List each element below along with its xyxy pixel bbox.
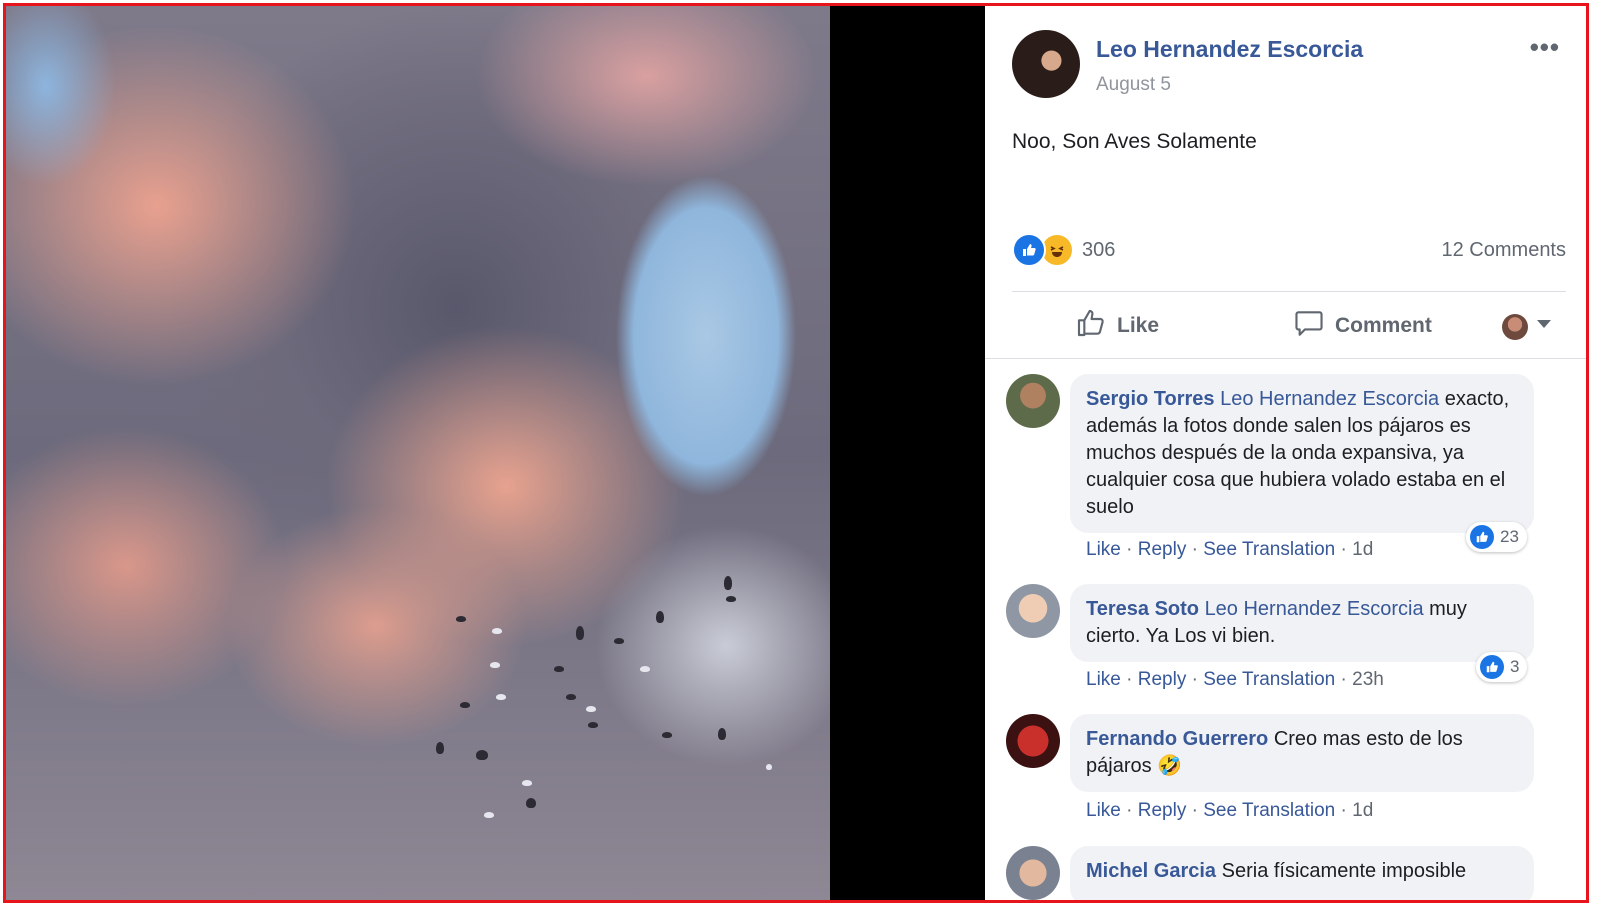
comment-label: Comment: [1335, 314, 1432, 337]
comment-bubble-icon: [1293, 307, 1325, 345]
comment-like-link[interactable]: Like: [1086, 539, 1121, 560]
bird: [614, 638, 624, 644]
comment-like-link[interactable]: Like: [1086, 669, 1121, 690]
comment-time[interactable]: 1d: [1352, 539, 1373, 560]
photo-viewer: [6, 6, 985, 900]
post-photo[interactable]: [6, 6, 830, 900]
bird: [718, 728, 726, 740]
comment-bubble: Fernando Guerrero Creo mas esto de los p…: [1070, 714, 1534, 792]
post-date[interactable]: August 5: [1096, 74, 1171, 96]
bird: [460, 702, 470, 708]
like-label: Like: [1117, 314, 1160, 337]
bird: [656, 611, 664, 623]
bird: [576, 626, 584, 640]
author-name[interactable]: Leo Hernandez Escorcia: [1096, 36, 1363, 63]
thumbs-up-icon: [1075, 307, 1107, 345]
divider: [985, 358, 1586, 359]
comment-actions: Like · Reply · See Translation · 23h: [1086, 669, 1384, 690]
bird: [492, 628, 502, 634]
bird: [640, 666, 650, 672]
bird: [476, 750, 488, 760]
commenter-name[interactable]: Sergio Torres: [1086, 388, 1215, 410]
comment-reaction-badge[interactable]: 3: [1476, 652, 1528, 682]
bird: [586, 706, 596, 712]
comment-reaction-count: 3: [1510, 657, 1520, 676]
post-side-panel: Leo Hernandez Escorcia August 5 ••• Noo,…: [985, 6, 1586, 900]
see-translation-link[interactable]: See Translation: [1203, 800, 1335, 821]
commenter-avatar[interactable]: [1006, 584, 1060, 638]
commenter-avatar[interactable]: [1006, 374, 1060, 428]
comment-reaction-count: 23: [1500, 527, 1519, 546]
comment-actions: Like · Reply · See Translation · 1d: [1086, 539, 1374, 560]
like-reaction-icon: [1470, 525, 1494, 549]
bird: [522, 780, 532, 786]
post-text: Noo, Son Aves Solamente: [1012, 130, 1257, 153]
chevron-down-icon[interactable]: [1537, 320, 1551, 328]
comment-button[interactable]: Comment: [1293, 306, 1432, 346]
bird: [436, 742, 444, 754]
bird: [554, 666, 564, 672]
see-translation-link[interactable]: See Translation: [1203, 539, 1335, 560]
commenter-avatar[interactable]: [1006, 714, 1060, 768]
divider: [1012, 291, 1566, 292]
author-avatar[interactable]: [1012, 30, 1080, 98]
comment-bubble: Michel Garcia Seria físicamente imposibl…: [1070, 846, 1534, 900]
comment-actions: Like · Reply · See Translation · 1d: [1086, 800, 1374, 821]
comment-mention[interactable]: Leo Hernandez Escorcia: [1205, 598, 1424, 620]
comment-like-link[interactable]: Like: [1086, 800, 1121, 821]
comment-reply-link[interactable]: Reply: [1138, 539, 1187, 560]
comment-time[interactable]: 1d: [1352, 800, 1373, 821]
bird: [766, 764, 772, 770]
bird: [724, 576, 732, 590]
commenter-avatar[interactable]: [1006, 846, 1060, 900]
like-reaction-icon: [1012, 233, 1046, 267]
reaction-count: 306: [1082, 238, 1116, 261]
bird: [526, 798, 536, 808]
comment-reaction-badge[interactable]: 23: [1466, 522, 1527, 552]
like-button[interactable]: Like: [1075, 306, 1159, 346]
commenter-name[interactable]: Michel Garcia: [1086, 860, 1216, 882]
commenter-name[interactable]: Teresa Soto: [1086, 598, 1199, 620]
bird: [496, 694, 506, 700]
see-translation-link[interactable]: See Translation: [1203, 669, 1335, 690]
comment-mention[interactable]: Leo Hernandez Escorcia: [1220, 388, 1439, 410]
bird: [484, 812, 494, 818]
screenshot-frame: Leo Hernandez Escorcia August 5 ••• Noo,…: [3, 3, 1589, 903]
bird: [456, 616, 466, 622]
comment-reply-link[interactable]: Reply: [1138, 669, 1187, 690]
like-reaction-icon: [1480, 655, 1504, 679]
bird: [588, 722, 598, 728]
viewer-avatar[interactable]: [1502, 314, 1528, 340]
comment-bubble: Teresa Soto Leo Hernandez Escorcia muy c…: [1070, 584, 1534, 662]
comment-time[interactable]: 23h: [1352, 669, 1384, 690]
comments-count[interactable]: 12 Comments: [1442, 239, 1567, 262]
bird: [566, 694, 576, 700]
more-options-icon[interactable]: •••: [1530, 32, 1560, 63]
comment-bubble: Sergio Torres Leo Hernandez Escorcia exa…: [1070, 374, 1534, 533]
commenter-name[interactable]: Fernando Guerrero: [1086, 728, 1268, 750]
reactions-summary[interactable]: 306: [1012, 232, 1115, 268]
comment-text: Seria físicamente imposible: [1221, 860, 1467, 882]
bird: [726, 596, 736, 602]
comment-reply-link[interactable]: Reply: [1138, 800, 1187, 821]
bird: [662, 732, 672, 738]
bird: [490, 662, 500, 668]
